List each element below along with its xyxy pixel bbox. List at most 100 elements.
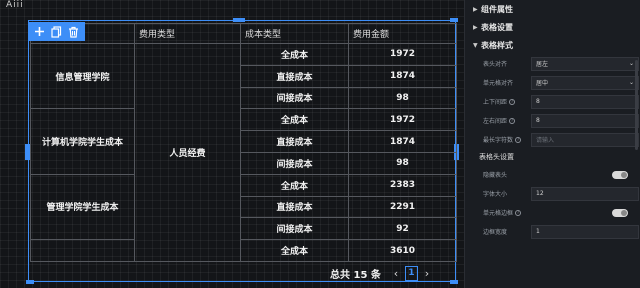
help-icon[interactable]: ? (509, 117, 516, 124)
cost-type-cell: 直接成本 (240, 130, 349, 153)
page-number-button[interactable]: 1 (404, 265, 418, 281)
table-pagination: 总共 15 条 ‹ 1 › (330, 264, 456, 282)
label-text: 最长字符数 (483, 137, 514, 144)
horizontal-spacing-value: 8 (536, 117, 540, 124)
cell-align-select[interactable]: 居中 ⌄ (531, 75, 639, 90)
font-size-input[interactable]: 12 (531, 186, 639, 201)
vertical-spacing-row: 上下间距 ? 8 (465, 92, 640, 111)
cost-type-cell: 全成本 (240, 239, 349, 262)
section-title: 组件属性 (481, 4, 513, 14)
amount-cell: 1874 (348, 130, 457, 153)
table-row: 信息管理学院 人员经费 全成本 1972 (30, 42, 457, 262)
amount-cell: 98 (348, 86, 457, 110)
amount-cell: 1874 (348, 64, 457, 88)
hide-header-toggle[interactable] (612, 170, 628, 179)
label-text: 上下间距 (483, 99, 508, 106)
property-panel: ▶ 组件属性 ▶ 表格设置 ▼ 表格样式 表头对齐 居左 ⌄ 单元格对齐 居中 … (464, 0, 640, 288)
resize-handle-bottom-left[interactable] (26, 280, 34, 284)
amount-cell: 1972 (348, 108, 457, 132)
vertical-spacing-value: 8 (536, 98, 540, 105)
vertical-spacing-label: 上下间距 ? (483, 97, 523, 106)
college-cell: 管理学院学生成本 (30, 173, 135, 241)
total-count: 总共 15 条 (330, 269, 381, 281)
border-width-row: 边框宽度 1 (465, 222, 640, 241)
cell-border-row: 单元格边框 ? (465, 203, 640, 222)
amount-cell: 3610 (348, 239, 457, 262)
amount-cell: 98 (348, 151, 457, 175)
chevron-down-icon: ⌄ (628, 60, 634, 67)
cost-type-cell: 直接成本 (240, 64, 349, 88)
help-icon[interactable]: ? (515, 209, 522, 216)
border-width-value: 1 (536, 228, 540, 235)
header-align-label: 表头对齐 (483, 61, 508, 68)
cost-type-cell: 全成本 (240, 108, 349, 132)
college-cell: 信息管理学院 (30, 42, 135, 110)
college-cell: 计算机学院学生成本 (30, 108, 135, 175)
help-icon[interactable]: ? (509, 98, 516, 105)
table-row: 全成本 3610 (30, 239, 457, 262)
amount-cell: 1972 (348, 43, 457, 66)
hide-header-row: 隐藏表头 (465, 165, 640, 184)
cell-border-label: 单元格边框 ? (483, 208, 523, 217)
cost-type-cell: 全成本 (240, 173, 349, 197)
header-align-select[interactable]: 居左 ⌄ (531, 56, 639, 71)
max-chars-input[interactable]: 请输入 (531, 132, 639, 147)
amount-cell: 2383 (348, 173, 457, 197)
cell-align-value: 居中 (536, 80, 549, 87)
header-amount: 费用金额 (348, 23, 457, 44)
chevron-down-icon: ▼ (473, 41, 478, 49)
max-chars-label: 最长字符数 ? (483, 135, 523, 144)
section-table-settings[interactable]: ▶ 表格设置 (465, 18, 640, 36)
resize-handle-top[interactable] (233, 18, 245, 22)
hide-header-label: 隐藏表头 (483, 172, 508, 179)
prev-page-button[interactable]: ‹ (389, 267, 403, 280)
table-row: 计算机学院学生成本 全成本 1972 (30, 108, 457, 175)
cell-align-row: 单元格对齐 居中 ⌄ (465, 73, 640, 92)
cost-type-cell: 间接成本 (240, 217, 349, 241)
header-align-value: 居左 (536, 61, 549, 68)
section-title: 表格设置 (481, 22, 513, 32)
cell-border-toggle[interactable] (612, 208, 628, 217)
trash-icon[interactable] (66, 24, 81, 39)
canvas-top-mark: Aiii (6, 0, 24, 10)
section-component-attr[interactable]: ▶ 组件属性 (465, 0, 640, 18)
copy-icon[interactable] (49, 24, 64, 39)
header-fee-type: 费用类型 (134, 23, 241, 44)
plus-icon[interactable] (32, 24, 47, 39)
fee-type-cell: 人员经费 (134, 43, 241, 262)
vertical-spacing-input[interactable]: 8 (531, 94, 639, 109)
chevron-right-icon: ▶ (473, 5, 478, 13)
section-title: 表格样式 (481, 40, 513, 50)
component-toolbar (28, 22, 85, 41)
cost-table: 费用类型 成本类型 费用金额 信息管理学院 人员经费 全成本 1972 直接成本… (30, 23, 457, 262)
header-align-row: 表头对齐 居左 ⌄ (465, 54, 640, 73)
horizontal-spacing-label: 左右间距 ? (483, 116, 523, 125)
amount-cell: 92 (348, 217, 457, 241)
font-size-row: 字体大小 12 (465, 184, 640, 203)
header-cost-type: 成本类型 (240, 23, 349, 44)
section-table-style[interactable]: ▼ 表格样式 (465, 36, 640, 54)
cost-type-cell: 全成本 (240, 43, 349, 66)
college-cell (30, 239, 135, 262)
label-text: 左右间距 (483, 118, 508, 125)
table-row: 管理学院学生成本 全成本 2383 (30, 173, 457, 241)
cost-type-cell: 间接成本 (240, 86, 349, 110)
cost-type-cell: 直接成本 (240, 195, 349, 219)
table-header-row: 费用类型 成本类型 费用金额 (30, 23, 457, 44)
border-width-label: 边框宽度 (483, 229, 508, 236)
next-page-button[interactable]: › (420, 267, 434, 280)
cell-align-label: 单元格对齐 (483, 80, 514, 87)
horizontal-spacing-row: 左右间距 ? 8 (465, 111, 640, 130)
border-width-input[interactable]: 1 (531, 224, 639, 239)
cost-type-cell: 间接成本 (240, 151, 349, 175)
horizontal-spacing-input[interactable]: 8 (531, 113, 639, 128)
panel-scrollbar[interactable] (635, 60, 638, 150)
font-size-value: 12 (536, 190, 544, 197)
help-icon[interactable]: ? (515, 136, 522, 143)
design-canvas[interactable]: Aiii 费用类型 成本类型 费用金额 信息管理学院 人员经费 全成本 1972 (0, 0, 464, 288)
chevron-down-icon: ⌄ (628, 79, 634, 86)
chevron-right-icon: ▶ (473, 23, 478, 31)
label-text: 单元格边框 (483, 210, 514, 217)
resize-handle-top-right[interactable] (450, 18, 458, 22)
amount-cell: 2291 (348, 195, 457, 219)
